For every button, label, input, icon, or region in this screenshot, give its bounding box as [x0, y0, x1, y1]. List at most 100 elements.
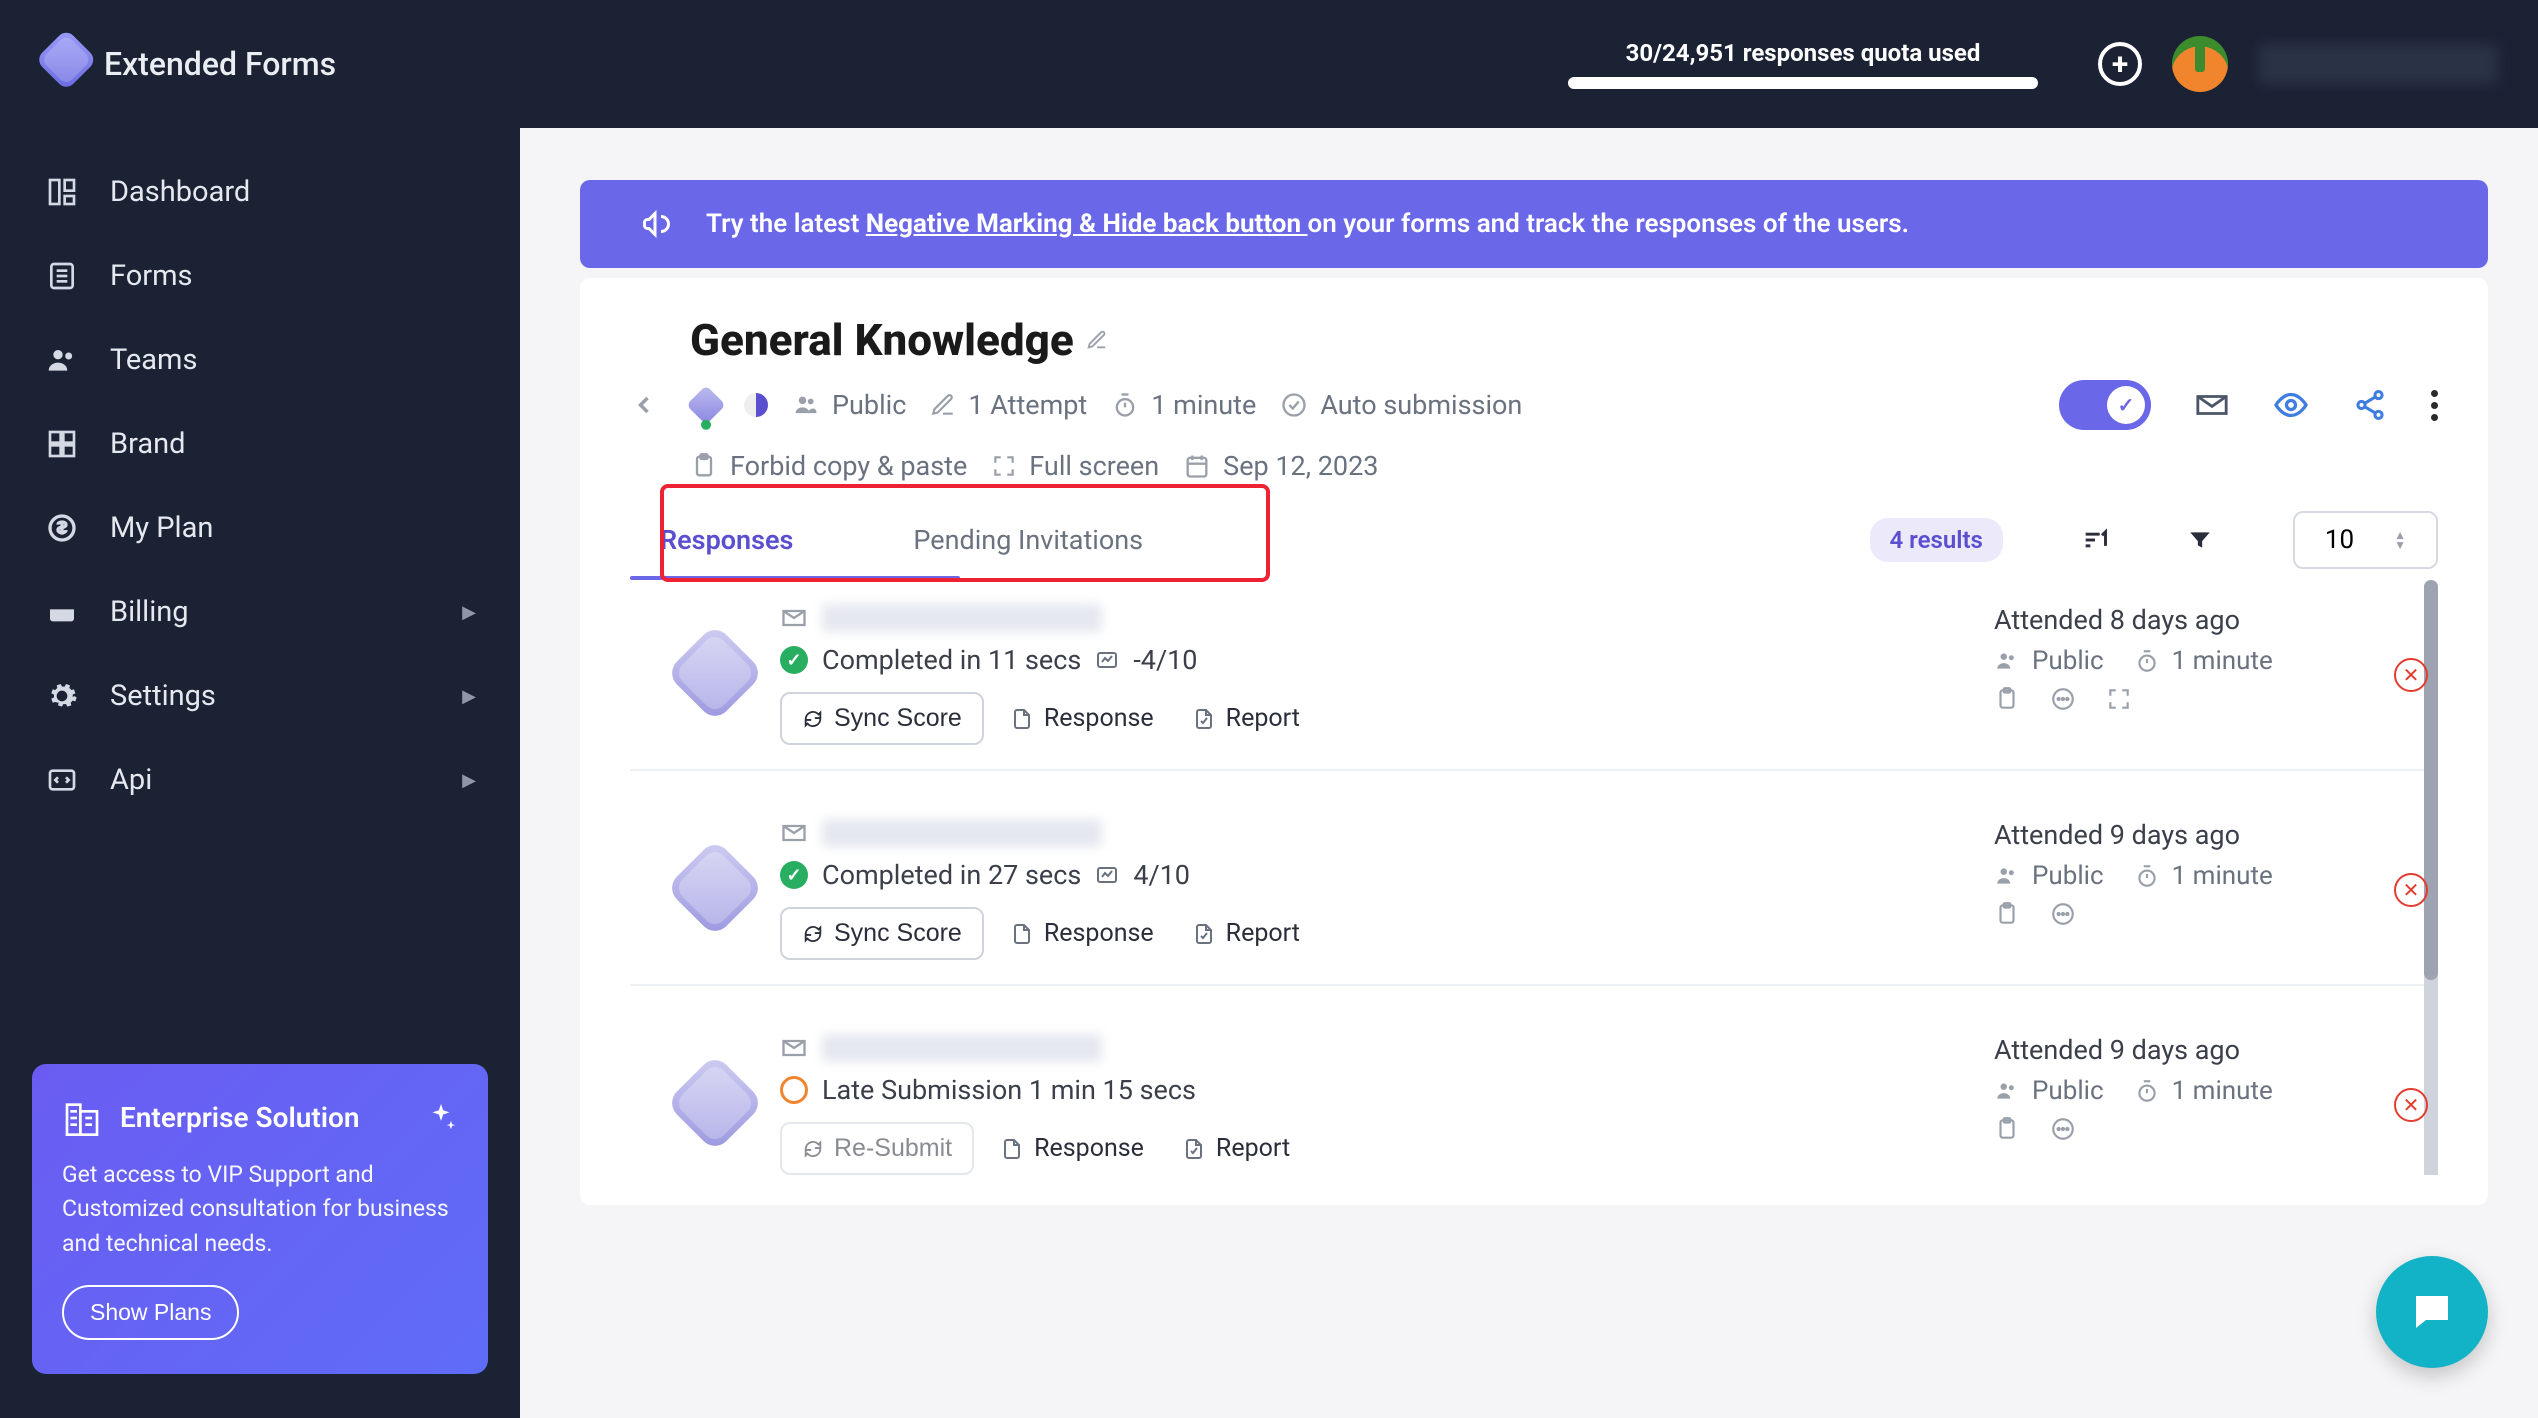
sidebar-item-label: Dashboard: [110, 175, 250, 209]
gear-icon: [44, 678, 80, 714]
attended-label: Attended 8 days ago: [1994, 604, 2334, 636]
sidebar-item-forms[interactable]: Forms: [0, 234, 520, 318]
clipboard-icon[interactable]: [1994, 901, 2020, 927]
chat-fab-button[interactable]: [2376, 1256, 2488, 1368]
share-icon[interactable]: [2353, 388, 2387, 422]
delete-response-button[interactable]: ✕: [2394, 1088, 2428, 1122]
megaphone-icon: [640, 206, 676, 242]
page-size-select[interactable]: 10 ▲▼: [2293, 511, 2438, 569]
eye-icon[interactable]: [2273, 387, 2309, 423]
sidebar-item-dashboard[interactable]: Dashboard: [0, 150, 520, 234]
score-value: -4/10: [1133, 644, 1197, 676]
response-avatar-icon: [666, 1054, 765, 1153]
dots-horizontal-icon[interactable]: [2050, 686, 2076, 712]
annotation-box: [660, 484, 1270, 582]
banner-link[interactable]: Negative Marking & Hide back button: [866, 209, 1308, 239]
quota-text: 30/24,951 responses quota used: [1626, 39, 1981, 67]
score-icon: [1095, 863, 1119, 887]
response-row: ✓Completed in 27 secs4/10Sync ScoreRespo…: [630, 795, 2438, 960]
attempts-meta: 1 Attempt: [930, 389, 1087, 421]
report-link[interactable]: Report: [1170, 1122, 1302, 1175]
envelope-icon: [780, 604, 808, 632]
brand-logo-icon: [35, 29, 97, 91]
forbid-copy-meta: Forbid copy & paste: [690, 450, 967, 482]
resubmit-button[interactable]: Re-Submit: [780, 1122, 974, 1175]
back-button[interactable]: [630, 391, 668, 419]
user-name-redacted: [2258, 44, 2498, 84]
grid4-icon: [44, 426, 80, 462]
enable-toggle[interactable]: [2059, 380, 2151, 430]
tabs: Responses Pending Invitations 4 results …: [630, 488, 2438, 572]
date-meta: Sep 12, 2023: [1183, 450, 1378, 482]
filter-icon[interactable]: [2187, 527, 2213, 553]
clipboard-icon[interactable]: [1994, 1116, 2020, 1142]
coin-icon: [44, 510, 80, 546]
sidebar-item-settings[interactable]: Settings▶: [0, 654, 520, 738]
clipboard-icon[interactable]: [1994, 686, 2020, 712]
people-icon: [44, 342, 80, 378]
pencil-icon: [930, 392, 956, 418]
enterprise-promo: Enterprise Solution Get access to VIP Su…: [32, 1064, 488, 1375]
visibility-meta: Public: [792, 389, 906, 421]
quota: 30/24,951 responses quota used: [1568, 39, 2038, 89]
sort-icon[interactable]: [2081, 526, 2109, 554]
calendar-icon: [1183, 452, 1211, 480]
response-avatar-icon: [666, 624, 765, 723]
status-text: Late Submission 1 min 15 secs: [822, 1074, 1196, 1106]
sync-score-button[interactable]: Sync Score: [780, 692, 984, 745]
brand-name: Extended Forms: [104, 45, 336, 83]
sidebar-item-brand[interactable]: Brand: [0, 402, 520, 486]
chevron-right-icon: ▶: [462, 602, 476, 623]
score-icon: [1095, 648, 1119, 672]
fullscreen-meta: Full screen: [991, 450, 1159, 482]
sidebar-item-teams[interactable]: Teams: [0, 318, 520, 402]
more-options-button[interactable]: [2431, 390, 2438, 421]
quota-progress: [1568, 77, 2038, 89]
list-icon: [44, 258, 80, 294]
theme-icon[interactable]: [744, 393, 768, 417]
timer-item: 1 minute: [2134, 1076, 2273, 1106]
stopwatch-icon: [1111, 391, 1139, 419]
sidebar-item-billing[interactable]: Billing▶: [0, 570, 520, 654]
sidebar-item-my-plan[interactable]: My Plan: [0, 486, 520, 570]
response-link[interactable]: Response: [988, 1122, 1156, 1175]
attended-label: Attended 9 days ago: [1994, 819, 2334, 851]
report-link[interactable]: Report: [1180, 692, 1312, 745]
email-redacted: [822, 1034, 1102, 1062]
delete-response-button[interactable]: ✕: [2394, 873, 2428, 907]
visibility-item: Public: [1994, 861, 2104, 891]
clipboard-lock-icon: [690, 452, 718, 480]
people-icon: [792, 391, 820, 419]
delete-response-button[interactable]: ✕: [2394, 658, 2428, 692]
sidebar-item-label: Forms: [110, 259, 193, 293]
expand-icon[interactable]: [2106, 686, 2132, 712]
status-text: Completed in 27 secs: [822, 859, 1081, 891]
form-preset-icon[interactable]: [686, 385, 726, 425]
response-link[interactable]: Response: [998, 692, 1166, 745]
wallet-icon: [44, 594, 80, 630]
fullscreen-icon: [991, 453, 1017, 479]
report-link[interactable]: Report: [1180, 907, 1312, 960]
add-button[interactable]: +: [2098, 42, 2142, 86]
chevron-right-icon: ▶: [462, 686, 476, 707]
chevron-right-icon: ▶: [462, 770, 476, 791]
show-plans-button[interactable]: Show Plans: [62, 1285, 239, 1340]
dots-horizontal-icon[interactable]: [2050, 901, 2076, 927]
mail-icon[interactable]: [2195, 388, 2229, 422]
sidebar-item-api[interactable]: Api▶: [0, 738, 520, 822]
sync-score-button[interactable]: Sync Score: [780, 907, 984, 960]
status-text: Completed in 11 secs: [822, 644, 1081, 676]
results-count-pill: 4 results: [1870, 518, 2003, 562]
timer-meta: 1 minute: [1111, 389, 1256, 421]
building-icon: [62, 1098, 102, 1138]
dots-horizontal-icon[interactable]: [2050, 1116, 2076, 1142]
promo-title: Enterprise Solution: [120, 1101, 360, 1134]
grid-icon: [44, 174, 80, 210]
response-link[interactable]: Response: [998, 907, 1166, 960]
envelope-icon: [780, 1034, 808, 1062]
user-avatar[interactable]: [2172, 36, 2228, 92]
sidebar: DashboardFormsTeamsBrandMy PlanBilling▶S…: [0, 0, 520, 1418]
auto-submission-meta: Auto submission: [1280, 389, 1522, 421]
brand[interactable]: Extended Forms: [40, 42, 336, 86]
edit-icon[interactable]: [1086, 329, 1108, 351]
